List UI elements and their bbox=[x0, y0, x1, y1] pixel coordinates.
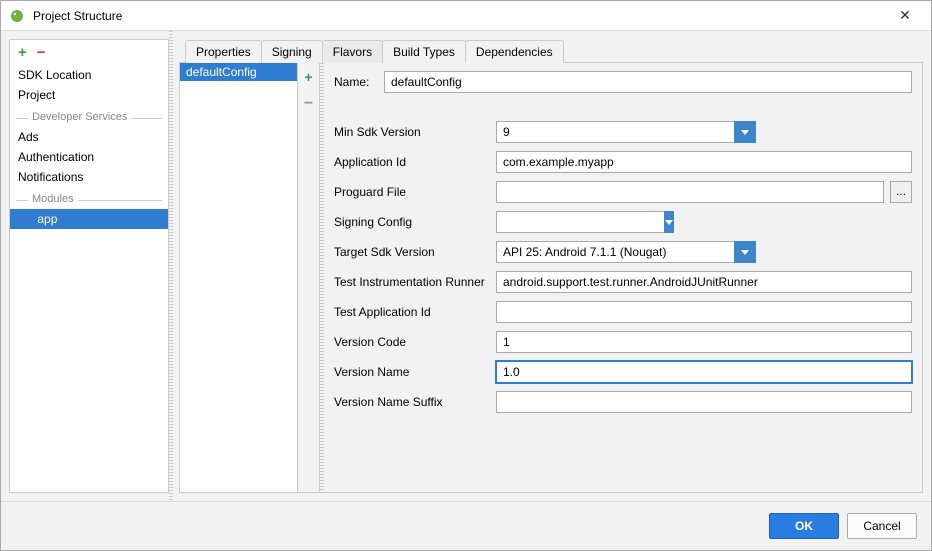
sidebar-add-button[interactable]: + bbox=[18, 44, 27, 61]
proguard-browse-button[interactable]: … bbox=[890, 181, 912, 203]
sidebar-item-app[interactable]: app bbox=[10, 209, 168, 229]
signing-config-dropdown-button[interactable] bbox=[664, 211, 674, 233]
sidebar-item-authentication[interactable]: Authentication bbox=[10, 147, 168, 167]
test-app-id-input[interactable] bbox=[496, 301, 912, 323]
tab-build-types[interactable]: Build Types bbox=[382, 40, 466, 63]
module-icon bbox=[18, 213, 30, 225]
name-input[interactable] bbox=[384, 71, 912, 93]
chevron-down-icon bbox=[741, 130, 749, 135]
proguard-label: Proguard File bbox=[334, 185, 496, 199]
sidebar: + − SDK Location Project Developer Servi… bbox=[9, 39, 169, 493]
test-runner-input[interactable] bbox=[496, 271, 912, 293]
flavor-item-defaultconfig[interactable]: defaultConfig bbox=[180, 63, 297, 81]
tab-signing[interactable]: Signing bbox=[261, 40, 323, 63]
content: defaultConfig + − Name: Min Sdk Version … bbox=[179, 62, 923, 493]
cancel-button[interactable]: Cancel bbox=[847, 513, 917, 539]
version-name-suffix-input[interactable] bbox=[496, 391, 912, 413]
test-app-id-label: Test Application Id bbox=[334, 305, 496, 319]
tab-flavors[interactable]: Flavors bbox=[322, 40, 383, 63]
app-id-input[interactable] bbox=[496, 151, 912, 173]
proguard-input[interactable] bbox=[496, 181, 884, 203]
sidebar-sep-modules: Modules bbox=[10, 193, 168, 207]
version-name-suffix-label: Version Name Suffix bbox=[334, 395, 496, 409]
sidebar-resize-handle[interactable] bbox=[169, 31, 173, 501]
name-label: Name: bbox=[334, 75, 384, 89]
sidebar-item-sdk-location[interactable]: SDK Location bbox=[10, 65, 168, 85]
target-sdk-dropdown-button[interactable] bbox=[734, 241, 756, 263]
test-runner-label: Test Instrumentation Runner bbox=[334, 275, 496, 289]
sidebar-item-project[interactable]: Project bbox=[10, 85, 168, 105]
flavor-add-button[interactable]: + bbox=[304, 69, 312, 85]
min-sdk-input[interactable] bbox=[496, 121, 734, 143]
form: Name: Min Sdk Version Application Id Pro… bbox=[324, 63, 922, 492]
sidebar-item-label: app bbox=[37, 212, 57, 226]
sidebar-remove-button[interactable]: − bbox=[37, 44, 46, 61]
min-sdk-label: Min Sdk Version bbox=[334, 125, 496, 139]
tab-dependencies[interactable]: Dependencies bbox=[465, 40, 564, 63]
signing-config-label: Signing Config bbox=[334, 215, 496, 229]
target-sdk-label: Target Sdk Version bbox=[334, 245, 496, 259]
chevron-down-icon bbox=[741, 250, 749, 255]
target-sdk-input[interactable] bbox=[496, 241, 734, 263]
tabs: Properties Signing Flavors Build Types D… bbox=[179, 39, 923, 62]
sidebar-item-ads[interactable]: Ads bbox=[10, 127, 168, 147]
version-name-label: Version Name bbox=[334, 365, 496, 379]
sidebar-toolbar: + − bbox=[10, 40, 168, 65]
min-sdk-dropdown-button[interactable] bbox=[734, 121, 756, 143]
tab-properties[interactable]: Properties bbox=[185, 40, 262, 63]
window-close-button[interactable]: ✕ bbox=[887, 7, 923, 24]
sidebar-sep-developer: Developer Services bbox=[10, 111, 168, 125]
flavor-remove-button[interactable]: − bbox=[304, 95, 313, 113]
flavor-controls: + − bbox=[298, 63, 320, 492]
chevron-down-icon bbox=[665, 220, 673, 225]
app-icon bbox=[9, 8, 25, 24]
footer: OK Cancel bbox=[1, 501, 931, 550]
sidebar-item-notifications[interactable]: Notifications bbox=[10, 167, 168, 187]
version-code-input[interactable] bbox=[496, 331, 912, 353]
signing-config-input[interactable] bbox=[496, 211, 664, 233]
version-code-label: Version Code bbox=[334, 335, 496, 349]
ok-button[interactable]: OK bbox=[769, 513, 839, 539]
app-id-label: Application Id bbox=[334, 155, 496, 169]
window-title: Project Structure bbox=[33, 9, 887, 23]
flavor-list: defaultConfig bbox=[180, 63, 298, 492]
version-name-input[interactable] bbox=[496, 361, 912, 383]
titlebar: Project Structure ✕ bbox=[1, 1, 931, 31]
